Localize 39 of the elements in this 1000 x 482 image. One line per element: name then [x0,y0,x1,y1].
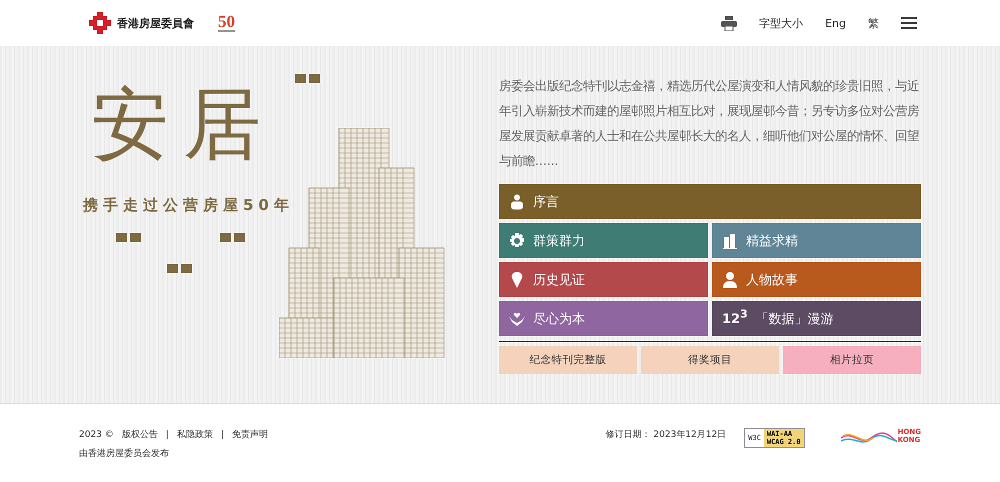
menu-icon[interactable] [901,17,917,29]
square-ornament [116,233,141,242]
square-ornament [295,74,320,83]
gear-icon [509,232,525,248]
revision-date: 修订日期： 2023年12月12日 [606,428,726,441]
section-tile[interactable]: 人物故事 [712,262,921,297]
separator: | [166,430,169,440]
hero-subtitle: 携手走过公营房屋50年 [83,196,294,215]
logo-icon [89,12,111,34]
intro-paragraph: 房委会出版纪念特刊以志金禧，精选历代公屋演变和人情风貌的珍贵旧照，与近年引入崭新技术而建的屋邨照片相互比对，展现屋邨今昔；另专访多位对公营房屋发展贡献卓著的人士和在公共屋邨长大的名人，细听他们对公屋的情怀、回望与前瞻...... [499,78,920,170]
font-size-link[interactable]: 字型大小 [759,16,804,30]
footer-link[interactable]: 私隐政策 [176,428,213,441]
copyright: 2023 © [79,430,114,440]
footer-link[interactable]: 版权公告 [122,428,158,441]
section-tile[interactable]: 序言 [499,184,921,219]
publisher-note: 由香港房屋委员会发布 [79,447,170,460]
building-icon [722,232,738,248]
section-tile[interactable]: 群策群力 [499,223,708,258]
script-link[interactable]: 繁 [868,16,879,30]
numbers-icon: 12$^{3}$ [722,306,748,330]
link-button[interactable]: 得奖项目 [641,346,779,374]
hero-title: 安居 [91,86,275,164]
user-icon [722,272,738,288]
square-ornament [220,233,245,242]
square-ornament [167,264,192,273]
section-tile[interactable]: 精益求精 [712,223,921,258]
section-tile[interactable]: 12$^{3}$ 「数据」漫游 [712,301,921,336]
link-button[interactable]: 相片拉页 [783,346,921,374]
section-tile[interactable]: 尽心为本 [499,301,708,336]
hands-heart-icon [509,310,525,326]
separator: | [220,430,224,440]
anniversary-logo: 50 [218,14,235,32]
section-tile[interactable]: 历史见证 [499,262,708,297]
language-link[interactable]: Eng [825,16,846,30]
footer-link[interactable]: 免责声明 [232,428,268,441]
person-icon [509,194,525,210]
organization-name: 香港房屋委員會 [117,16,194,30]
print-icon[interactable] [721,16,738,30]
link-button[interactable]: 纪念特刊完整版 [499,346,637,374]
